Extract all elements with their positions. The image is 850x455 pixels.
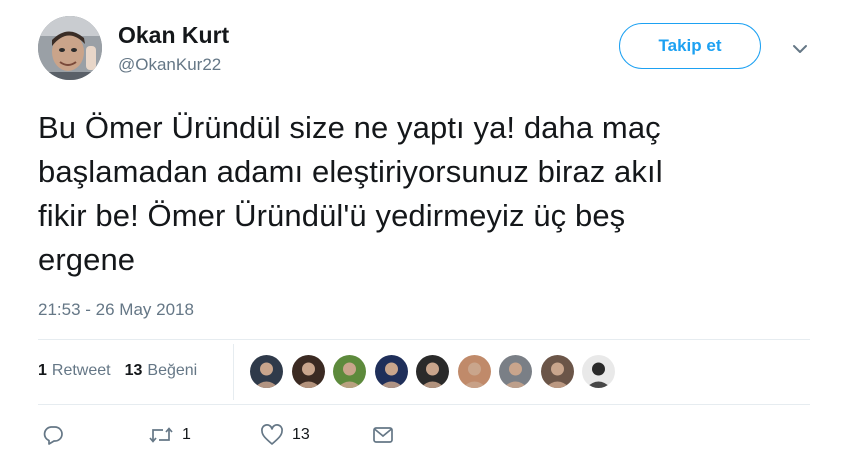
like-stat[interactable]: 13 Beğeni	[125, 362, 198, 380]
liker-avatar-7[interactable]	[499, 355, 532, 388]
retweet-icon	[148, 424, 174, 446]
tweet-stats: 1 Retweet 13 Beğeni	[38, 362, 211, 380]
liker-avatar-2[interactable]	[291, 355, 325, 388]
user-handle[interactable]: @OkanKur22	[118, 55, 221, 75]
tweet-text-line: fikir be! Ömer Üründül'ü yedirmeyiz üç b…	[38, 198, 626, 233]
direct-message-button[interactable]	[371, 424, 395, 446]
display-name[interactable]: Okan Kurt	[118, 22, 229, 49]
tweet-timestamp[interactable]: 21:53 - 26 May 2018	[38, 300, 194, 320]
liker-avatar-4[interactable]	[374, 355, 408, 388]
retweet-stat[interactable]: 1 Retweet	[38, 362, 111, 380]
like-button[interactable]: 13	[260, 424, 310, 446]
liker-avatar-3[interactable]	[333, 355, 366, 388]
like-stat-count: 13	[124, 362, 143, 379]
tweet-text: Bu Ömer Üründül size ne yaptı ya! daha m…	[38, 106, 808, 282]
retweet-count: 1	[182, 426, 191, 443]
liker-avatars	[250, 355, 624, 388]
retweet-button[interactable]: 1	[148, 424, 191, 446]
liker-avatar-6[interactable]	[457, 355, 491, 388]
like-count: 13	[292, 426, 310, 443]
avatar[interactable]	[38, 16, 102, 80]
follow-button[interactable]: Takip et	[619, 23, 761, 69]
liker-avatar-1[interactable]	[250, 355, 283, 388]
reply-button[interactable]	[42, 424, 64, 446]
liker-avatar-8[interactable]	[540, 355, 574, 388]
divider	[38, 404, 810, 405]
retweet-stat-count: 1	[38, 362, 47, 379]
like-stat-label: Beğeni	[147, 362, 198, 379]
tweet-text-line: başlamadan adamı eleştiriyorsunuz biraz …	[38, 154, 663, 189]
liker-avatar-5[interactable]	[416, 355, 449, 388]
envelope-icon	[371, 424, 395, 446]
divider	[38, 339, 810, 340]
stats-separator	[233, 344, 234, 400]
tweet-text-line: ergene	[38, 242, 136, 277]
heart-icon	[260, 424, 284, 446]
reply-icon	[42, 424, 64, 446]
chevron-down-icon[interactable]	[790, 39, 810, 59]
liker-avatar-9[interactable]	[582, 355, 615, 388]
retweet-stat-label: Retweet	[51, 362, 111, 379]
tweet-text-line: Bu Ömer Üründül size ne yaptı ya! daha m…	[38, 110, 661, 145]
